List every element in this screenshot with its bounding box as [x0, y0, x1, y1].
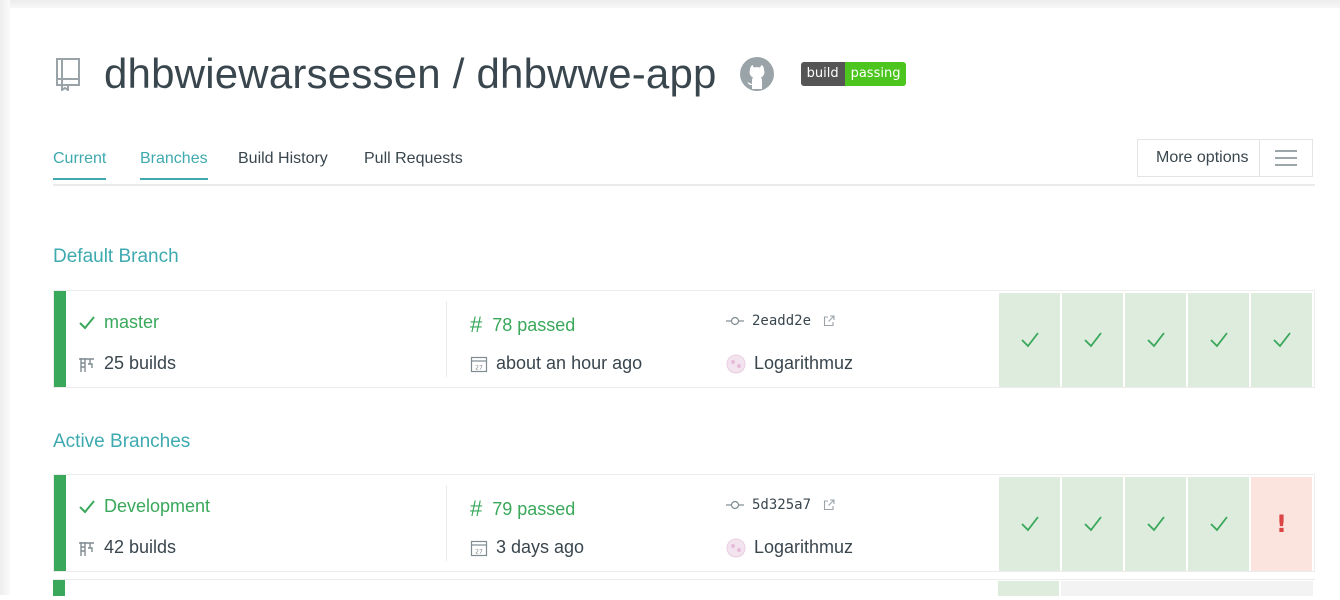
check-icon — [1209, 332, 1228, 348]
avatar — [726, 354, 746, 373]
repo-header: dhbwiewarsessen / dhbwwe-app build passi… — [54, 44, 907, 104]
history-cell-passed[interactable] — [1188, 477, 1249, 571]
history-cell-passed[interactable] — [999, 477, 1060, 571]
last-build-link[interactable]: # 79 passed — [470, 496, 575, 522]
status-bar-passed — [54, 475, 66, 571]
commit-sha: 5d325a7 — [752, 497, 812, 513]
check-icon — [1020, 516, 1039, 532]
tab-current[interactable]: Current — [53, 150, 107, 180]
commit-link[interactable]: 2eadd2e — [726, 313, 835, 329]
branch-builds-count: 25 builds — [78, 353, 176, 374]
more-options-button[interactable]: More options — [1137, 139, 1313, 177]
branch-name-label: Development — [104, 496, 211, 516]
history-cell-empty — [1061, 581, 1313, 596]
history-cell-failed[interactable]: ! — [1251, 477, 1312, 571]
check-icon — [1146, 516, 1165, 532]
build-history-cells — [999, 293, 1312, 387]
commit-link[interactable]: 5d325a7 — [726, 497, 835, 513]
repo-name-link[interactable]: dhbwiewarsessen / dhbwwe-app — [104, 50, 717, 98]
row-divider — [446, 301, 447, 377]
build-date-label: 3 days ago — [496, 537, 585, 557]
history-cell-passed[interactable] — [1125, 477, 1186, 571]
author-name: Logarithmuz — [754, 537, 854, 557]
tab-pull-requests[interactable]: Pull Requests — [364, 150, 463, 178]
tabs-underline-rule — [53, 184, 1315, 186]
last-build-link[interactable]: # 78 passed — [470, 312, 575, 338]
check-icon — [1209, 516, 1228, 532]
history-cell-passed[interactable] — [1062, 293, 1123, 387]
history-cell-passed — [998, 581, 1059, 596]
svg-text:27: 27 — [475, 548, 483, 555]
exclamation-icon: ! — [1276, 510, 1287, 538]
history-cell-passed[interactable] — [999, 293, 1060, 387]
hash-icon: # — [470, 496, 483, 521]
default-branch-heading: Default Branch — [53, 246, 179, 267]
status-bar-passed — [53, 580, 65, 596]
author-name: Logarithmuz — [754, 353, 854, 373]
check-icon — [79, 315, 95, 329]
build-date-label: about an hour ago — [496, 353, 643, 373]
hamburger-icon[interactable] — [1260, 150, 1312, 166]
page-left-shadow — [0, 0, 10, 595]
builds-crane-icon — [79, 541, 94, 556]
external-link-icon[interactable] — [823, 499, 835, 511]
page-top-shadow — [0, 0, 1340, 8]
commit-icon — [726, 500, 744, 510]
branch-name-label: master — [104, 312, 160, 332]
build-history-cells: ! — [999, 477, 1312, 571]
builds-count-label: 42 builds — [104, 537, 177, 557]
badge-status: passing — [844, 62, 907, 86]
badge-label: build — [800, 62, 845, 86]
svg-text:27: 27 — [475, 364, 483, 371]
commit-sha: 2eadd2e — [752, 313, 812, 329]
branch-name[interactable]: Development — [78, 496, 210, 517]
build-status-badge[interactable]: build passing — [800, 62, 907, 86]
history-cell-passed[interactable] — [1125, 293, 1186, 387]
branch-row-master[interactable]: master 25 builds # 78 passed 27 about an… — [53, 290, 1315, 388]
build-date: 27 about an hour ago — [470, 353, 642, 374]
avatar — [726, 538, 746, 557]
history-cell-passed[interactable] — [1062, 477, 1123, 571]
tab-branches[interactable]: Branches — [140, 150, 208, 180]
commit-author: Logarithmuz — [726, 353, 853, 374]
history-cell-passed[interactable] — [1251, 293, 1312, 387]
check-icon — [79, 499, 95, 513]
build-date: 27 3 days ago — [470, 537, 584, 558]
check-icon — [1020, 332, 1039, 348]
check-icon — [1083, 332, 1102, 348]
check-icon — [1146, 332, 1165, 348]
row-divider — [446, 485, 447, 561]
active-branches-heading: Active Branches — [53, 431, 191, 452]
check-icon — [1272, 332, 1291, 348]
branch-name[interactable]: master — [78, 312, 159, 333]
hash-icon: # — [470, 312, 483, 337]
status-bar-passed — [54, 291, 66, 387]
commit-author: Logarithmuz — [726, 537, 853, 558]
github-icon[interactable] — [739, 56, 775, 92]
more-options-label: More options — [1156, 149, 1249, 166]
tab-build-history[interactable]: Build History — [238, 150, 328, 178]
branch-row-partial[interactable] — [53, 579, 1315, 600]
build-status-label: 78 passed — [492, 314, 576, 335]
builds-count-label: 25 builds — [104, 353, 177, 373]
builds-crane-icon — [79, 357, 94, 372]
check-icon — [1083, 516, 1102, 532]
calendar-icon: 27 — [470, 540, 488, 556]
repo-book-icon — [56, 58, 80, 91]
commit-icon — [726, 316, 744, 326]
calendar-icon: 27 — [470, 356, 488, 372]
external-link-icon[interactable] — [823, 315, 835, 327]
branch-builds-count: 42 builds — [78, 537, 176, 558]
branch-row-development[interactable]: Development 42 builds # 79 passed 27 3 d… — [53, 474, 1315, 572]
build-status-label: 79 passed — [492, 498, 576, 519]
history-cell-passed[interactable] — [1188, 293, 1249, 387]
